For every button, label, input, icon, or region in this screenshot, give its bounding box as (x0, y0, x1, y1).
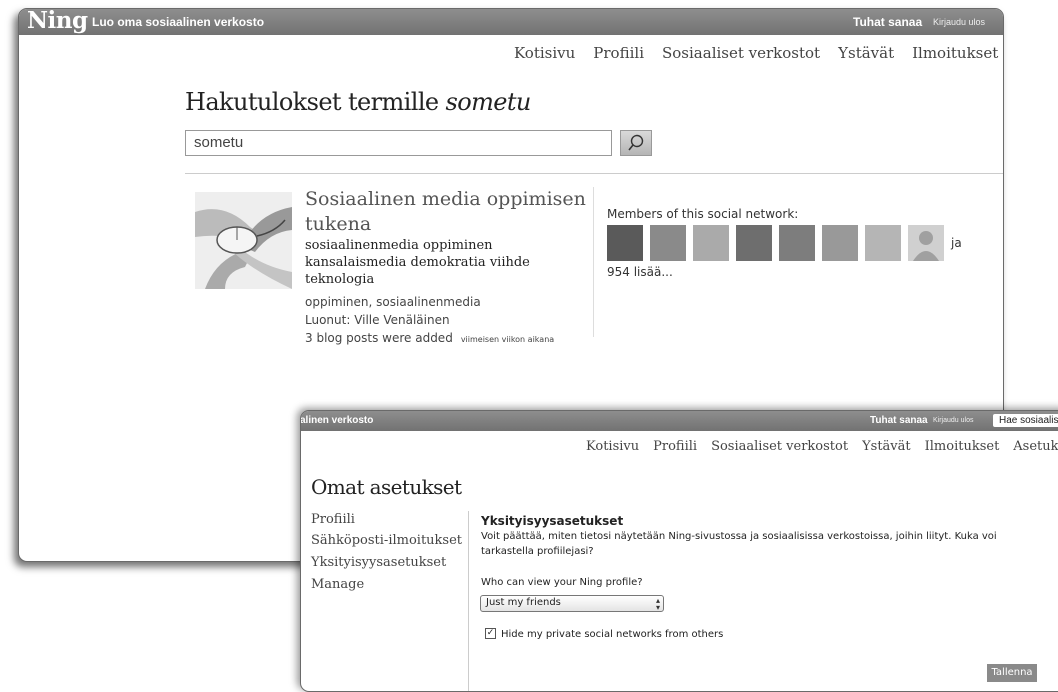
ning-logo[interactable]: Ning (27, 9, 88, 34)
member-avatar[interactable] (607, 225, 643, 261)
nav-profile[interactable]: Profiili (593, 44, 644, 62)
search-term: sometu (445, 88, 532, 116)
sidebar-item-manage[interactable]: Manage (311, 577, 364, 592)
settings-window: alinen verkosto Tuhat sanaa Kirjaudu ulo… (300, 410, 1058, 692)
search-button[interactable] (620, 130, 652, 156)
vertical-divider (468, 511, 469, 691)
search-input[interactable]: sometu (185, 130, 612, 156)
member-avatar[interactable] (822, 225, 858, 261)
main-nav: Kotisivu Profiili Sosiaaliset verkostot Yst… (514, 44, 1003, 62)
select-arrows-icon: ▴ ▾ (655, 596, 660, 612)
page-title: Omat asetukset (311, 475, 462, 499)
result-tags[interactable]: oppiminen, sosiaalinenmedia (305, 295, 481, 309)
search-icon (628, 134, 644, 151)
member-avatar[interactable] (650, 225, 686, 261)
nav-profile[interactable]: Profiili (653, 439, 697, 454)
main-nav: Kotisivu Profiili Sosiaaliset verkostot Yst… (586, 439, 1058, 454)
member-avatar[interactable] (865, 225, 901, 261)
nav-settings[interactable]: Asetukset (1013, 439, 1058, 454)
top-bar: alinen verkosto Tuhat sanaa Kirjaudu ulo… (301, 411, 1058, 431)
save-button[interactable]: Tallenna (987, 664, 1037, 682)
sidebar-item-profile[interactable]: Profiili (311, 512, 355, 527)
result-creator[interactable]: Luonut: Ville Venäläinen (305, 313, 450, 327)
nav-social-networks[interactable]: Sosiaaliset verkostot (711, 439, 848, 454)
nav-home[interactable]: Kotisivu (586, 439, 639, 454)
page-title: Hakutulokset termille sometu (185, 88, 531, 116)
members-label: Members of this social network: (607, 207, 799, 221)
nav-friends[interactable]: Ystävät (838, 44, 894, 62)
nav-home[interactable]: Kotisivu (514, 44, 575, 62)
privacy-heading: Yksityisyysasetukset (481, 514, 624, 528)
member-avatar[interactable] (736, 225, 772, 261)
member-avatar-placeholder[interactable] (908, 225, 944, 261)
member-avatar[interactable] (779, 225, 815, 261)
create-network-link[interactable]: Luo oma sosiaalinen verkosto (92, 15, 264, 29)
result-title-link[interactable]: Sosiaalinen media oppimisen tukena (305, 187, 590, 237)
nav-notifications[interactable]: Ilmoitukset (912, 44, 998, 62)
user-name[interactable]: Tuhat sanaa (853, 15, 922, 29)
members-and: ja (951, 236, 962, 250)
result-activity: 3 blog posts were added viimeisen viikon … (305, 331, 555, 345)
logout-link[interactable]: Kirjaudu ulos (933, 17, 985, 27)
hide-networks-checkbox[interactable]: ✓ (485, 628, 496, 639)
nav-friends[interactable]: Ystävät (862, 439, 911, 454)
result-description: sosiaalinenmedia oppiminen kansalaismedi… (305, 238, 530, 287)
user-silhouette-icon (913, 231, 939, 261)
vertical-divider (593, 187, 594, 337)
profile-visibility-label: Who can view your Ning profile? (481, 577, 643, 588)
top-bar: Ning Luo oma sosiaalinen verkosto Tuhat … (19, 9, 1003, 35)
network-thumbnail[interactable] (195, 192, 292, 289)
sidebar-item-privacy[interactable]: Yksityisyysasetukset (311, 555, 446, 570)
privacy-description: Voit päättää, miten tietosi näytetään Ni… (481, 531, 997, 557)
hands-mouse-image (195, 192, 292, 289)
hide-networks-label[interactable]: Hide my private social networks from oth… (501, 629, 723, 640)
nav-notifications[interactable]: Ilmoitukset (925, 439, 1000, 454)
member-avatar[interactable] (693, 225, 729, 261)
sidebar-item-email-notifications[interactable]: Sähköposti-ilmoitukset (311, 533, 462, 548)
nav-social-networks[interactable]: Sosiaaliset verkostot (662, 44, 820, 62)
create-network-link[interactable]: alinen verkosto (301, 415, 373, 426)
members-more-link[interactable]: 954 lisää... (607, 265, 673, 279)
profile-visibility-select[interactable]: Just my friends ▴ ▾ (480, 595, 664, 612)
logout-link[interactable]: Kirjaudu ulos (933, 417, 973, 424)
search-networks-input[interactable]: Hae sosiaalis (993, 414, 1058, 427)
divider (185, 173, 1003, 174)
user-name[interactable]: Tuhat sanaa (870, 415, 928, 426)
